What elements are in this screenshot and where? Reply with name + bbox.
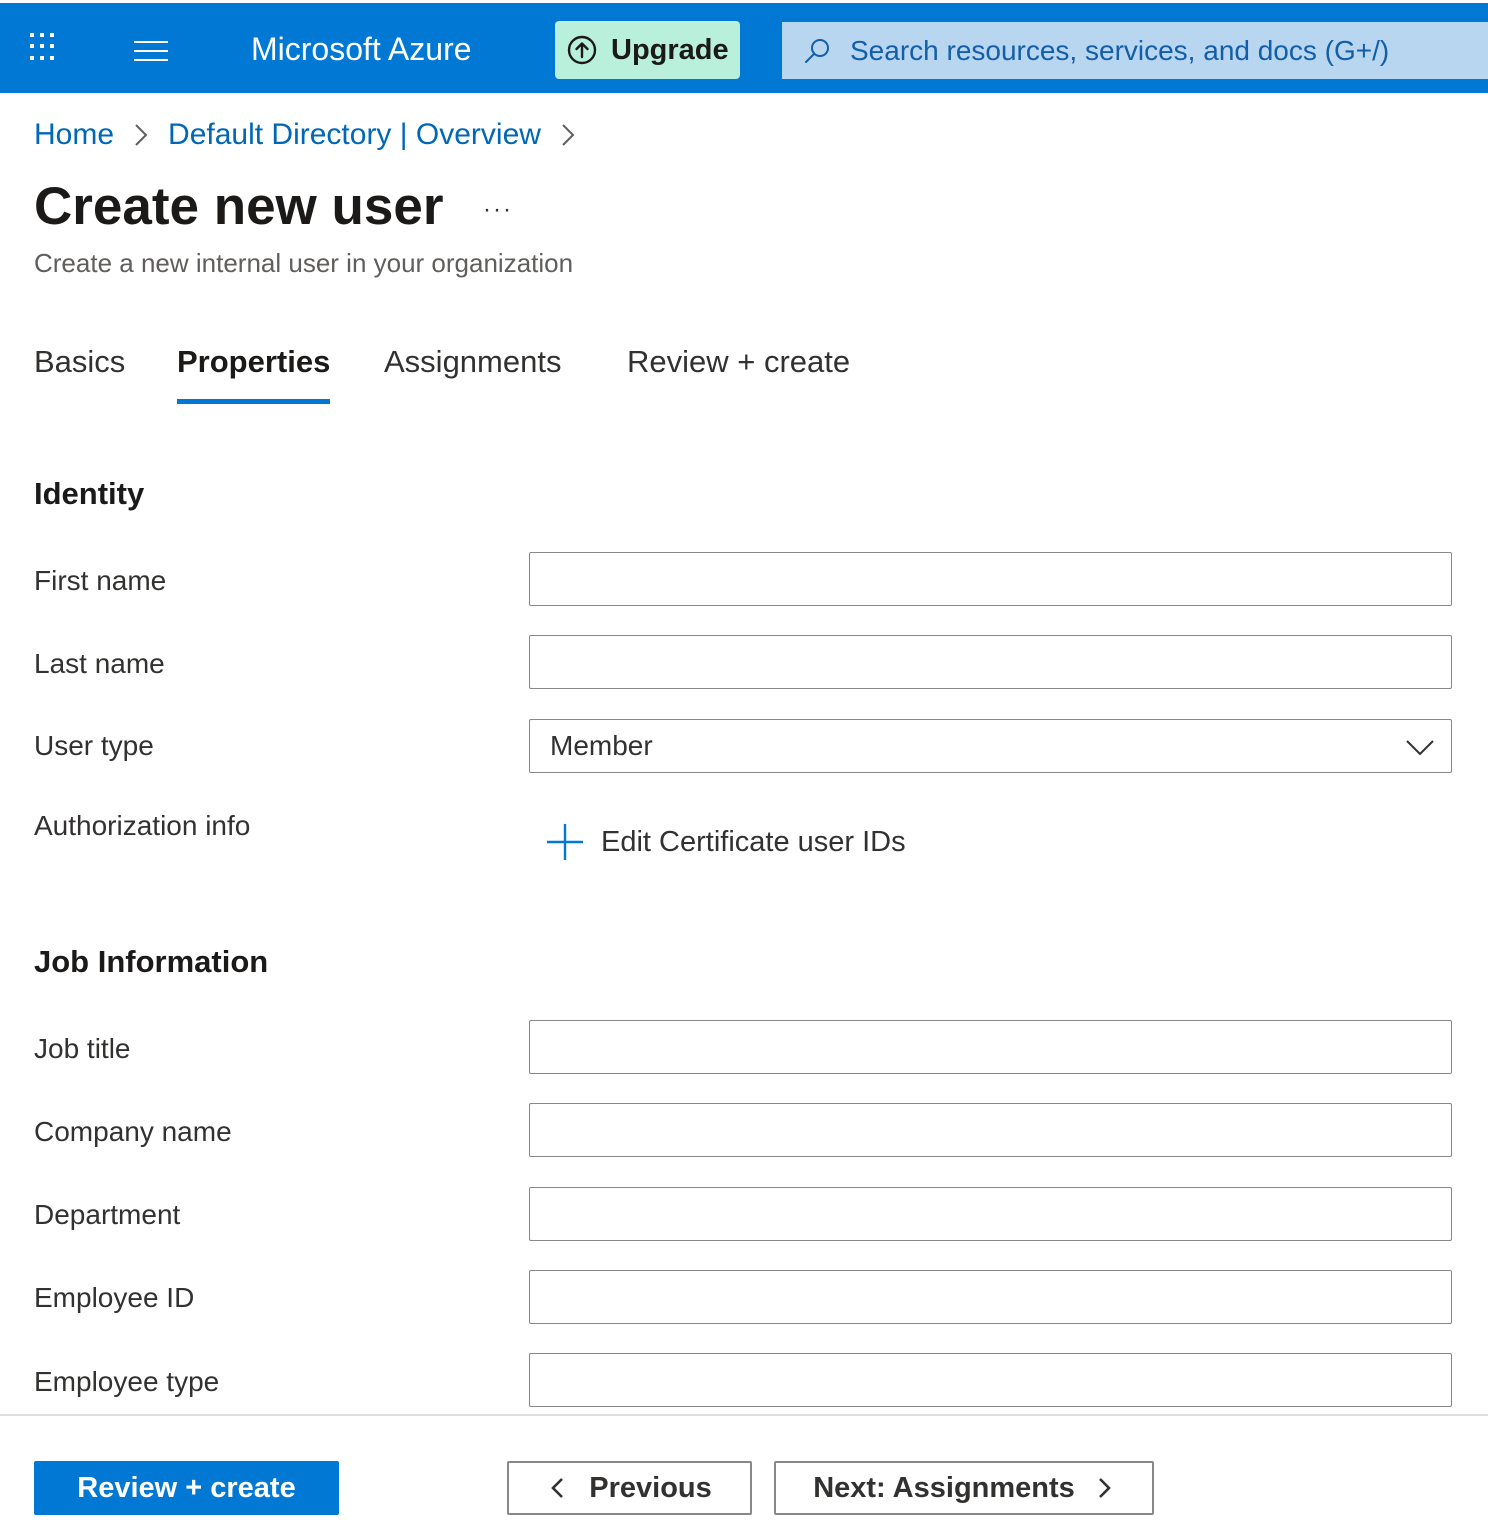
global-search[interactable]	[782, 22, 1488, 79]
tab-basics[interactable]: Basics	[34, 344, 125, 404]
tab-properties[interactable]: Properties	[177, 344, 330, 404]
arrow-up-circle-icon	[567, 35, 597, 65]
plus-icon	[547, 824, 583, 860]
breadcrumb-home[interactable]: Home	[34, 118, 114, 152]
chevron-down-icon	[1406, 740, 1434, 756]
search-icon	[805, 38, 829, 63]
top-bar: Microsoft Azure Upgrade	[0, 0, 1488, 93]
authorization-info-label: Authorization info	[34, 810, 251, 841]
search-input[interactable]	[850, 34, 1488, 67]
breadcrumb: Home Default Directory | Overview	[34, 115, 595, 155]
user-type-value: Member	[550, 730, 653, 761]
previous-button-label: Previous	[589, 1471, 712, 1504]
employee-type-label: Employee type	[34, 1366, 220, 1397]
department-input[interactable]	[529, 1187, 1452, 1241]
employee-type-input[interactable]	[529, 1353, 1452, 1407]
employee-id-input[interactable]	[529, 1270, 1452, 1324]
edit-certificate-user-ids-label: Edit Certificate user IDs	[601, 825, 906, 858]
upgrade-label: Upgrade	[611, 33, 729, 66]
job-title-input[interactable]	[529, 1020, 1452, 1074]
page-title: Create new user	[34, 177, 444, 236]
upgrade-button[interactable]: Upgrade	[555, 21, 740, 79]
tab-review-create[interactable]: Review + create	[627, 344, 850, 404]
last-name-label: Last name	[34, 648, 165, 679]
company-name-label: Company name	[34, 1116, 232, 1147]
more-options-icon[interactable]: ···	[483, 196, 513, 224]
last-name-input[interactable]	[529, 635, 1452, 689]
user-type-label: User type	[34, 730, 154, 761]
employee-id-label: Employee ID	[34, 1282, 195, 1313]
user-type-dropdown[interactable]: Member	[529, 719, 1452, 773]
first-name-input[interactable]	[529, 552, 1452, 606]
previous-button[interactable]: Previous	[507, 1461, 752, 1515]
tab-assignments[interactable]: Assignments	[384, 344, 561, 404]
edit-certificate-user-ids-button[interactable]: Edit Certificate user IDs	[545, 822, 906, 862]
first-name-label: First name	[34, 565, 167, 596]
breadcrumb-default-directory[interactable]: Default Directory | Overview	[168, 118, 541, 152]
chevron-right-icon	[551, 115, 585, 155]
app-launcher-icon[interactable]	[30, 33, 58, 61]
chevron-right-icon	[1098, 1478, 1111, 1498]
identity-section-title: Identity	[34, 476, 145, 511]
company-name-input[interactable]	[529, 1103, 1452, 1157]
next-assignments-button[interactable]: Next: Assignments	[774, 1461, 1154, 1515]
brand-name[interactable]: Microsoft Azure	[251, 31, 472, 68]
hamburger-menu-icon[interactable]	[134, 39, 168, 63]
department-label: Department	[34, 1199, 181, 1230]
active-tab-indicator	[177, 399, 330, 404]
next-button-label: Next: Assignments	[813, 1471, 1075, 1504]
chevron-right-icon	[124, 115, 158, 155]
job-information-section-title: Job Information	[34, 944, 269, 979]
footer-divider	[0, 1414, 1488, 1416]
page-subtitle: Create a new internal user in your organ…	[34, 248, 574, 278]
chevron-left-icon	[551, 1478, 564, 1498]
job-title-label: Job title	[34, 1033, 131, 1064]
review-create-button[interactable]: Review + create	[34, 1461, 339, 1515]
